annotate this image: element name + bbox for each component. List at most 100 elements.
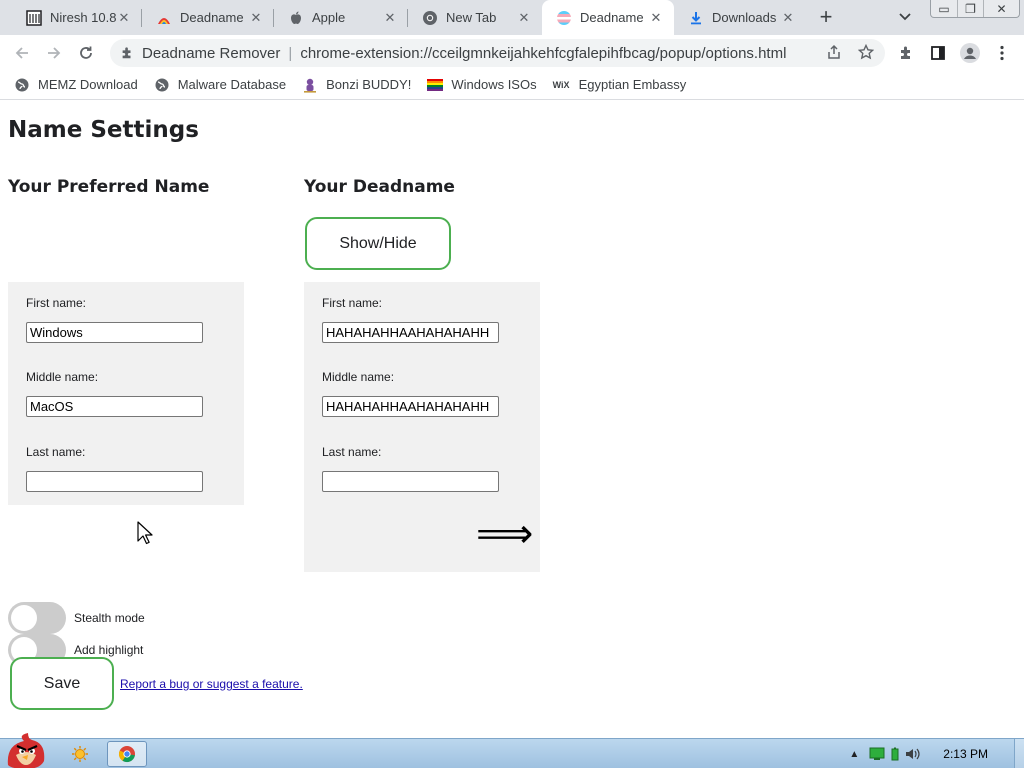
volume-icon[interactable] — [905, 747, 921, 761]
share-button[interactable] — [821, 39, 847, 65]
tab-title: Apple — [312, 10, 346, 25]
stealth-mode-toggle[interactable] — [8, 602, 66, 634]
close-icon[interactable]: ✕ — [648, 10, 664, 26]
avatar-icon — [960, 43, 980, 63]
chrome-icon — [423, 10, 437, 25]
bookmark-label: Malware Database — [177, 77, 287, 92]
stealth-mode-label: Stealth mode — [74, 611, 145, 625]
middle-name-label: Middle name: — [322, 370, 395, 384]
tab-title: New Tab — [446, 10, 497, 25]
arrow-right-icon[interactable]: ⟹ — [476, 514, 533, 554]
toggle-knob — [11, 605, 37, 631]
taskbar-clock[interactable]: 2:13 PM — [943, 747, 988, 761]
arrow-left-icon — [15, 47, 28, 59]
preferred-last-name-input[interactable] — [26, 471, 203, 492]
trans-flag-icon — [557, 10, 571, 25]
preferred-name-panel: First name: Windows Middle name: MacOS L… — [8, 282, 244, 505]
bookmark-windows-isos[interactable]: Windows ISOs — [427, 77, 537, 93]
last-name-label: Last name: — [322, 445, 382, 459]
download-icon — [691, 11, 701, 24]
taskbar-app-sun[interactable] — [60, 741, 100, 767]
preferred-first-name-input[interactable]: Windows — [26, 322, 203, 343]
battery-icon[interactable] — [891, 747, 899, 761]
close-window-button[interactable]: ✕ — [983, 0, 1019, 17]
bookmark-malware-database[interactable]: Malware Database — [154, 77, 286, 93]
wix-icon: WiX — [552, 79, 570, 90]
bookmark-star-button[interactable] — [853, 39, 879, 65]
arrow-right-icon — [48, 47, 61, 59]
tab-deadname-active[interactable]: Deadname ✕ — [542, 0, 674, 35]
pride-flag-icon — [427, 78, 444, 91]
deadname-last-name-input[interactable] — [322, 471, 499, 492]
bookmark-label: Bonzi BUDDY! — [326, 77, 412, 92]
profile-button[interactable] — [956, 39, 984, 67]
show-desktop-button[interactable] — [1014, 739, 1024, 768]
browser-toolbar: Deadname Remover | chrome-extension://cc… — [0, 35, 1024, 70]
url-text: chrome-extension://cceilgmnkeijahkehfcgf… — [300, 44, 787, 62]
reload-button[interactable] — [72, 39, 100, 67]
tab-new-tab[interactable]: New Tab ✕ — [408, 0, 542, 35]
tab-title: Deadname — [180, 10, 244, 25]
back-button[interactable] — [8, 39, 36, 67]
stealth-mode-row: Stealth mode — [8, 602, 145, 634]
bookmark-memz[interactable]: MEMZ Download — [14, 77, 138, 93]
bookmark-bonzi-buddy[interactable]: Bonzi BUDDY! — [302, 77, 411, 93]
menu-button[interactable] — [988, 39, 1016, 67]
tab-search-button[interactable] — [894, 6, 916, 28]
deadname-panel: First name: HAHAHAHHAAHAHAHAHH Middle na… — [304, 282, 540, 572]
add-highlight-label: Add highlight — [74, 643, 144, 657]
sun-icon — [72, 746, 88, 762]
system-tray: ▲ 2:13 PM — [849, 739, 1024, 768]
window-controls: ▭ ❐ ✕ — [930, 0, 1020, 18]
forward-button[interactable] — [40, 39, 68, 67]
deadname-middle-name-input[interactable]: HAHAHAHHAAHAHAHAHH — [322, 396, 499, 417]
first-name-label: First name: — [322, 296, 383, 310]
taskbar: ▲ 2:13 PM — [0, 733, 1024, 768]
report-bug-link[interactable]: Report a bug or suggest a feature. — [120, 677, 303, 691]
save-button[interactable]: Save — [10, 657, 114, 710]
extensions-button[interactable] — [892, 39, 920, 67]
preferred-name-heading: Your Preferred Name — [8, 177, 210, 197]
globe-icon — [155, 78, 169, 91]
chrome-icon — [118, 746, 135, 763]
deadname-heading: Your Deadname — [304, 177, 455, 197]
globe-icon — [15, 78, 29, 91]
deadname-first-name-input[interactable]: HAHAHAHHAAHAHAHAHH — [322, 322, 499, 343]
preferred-middle-name-input[interactable]: MacOS — [26, 396, 203, 417]
show-hide-button[interactable]: Show/Hide — [305, 217, 451, 270]
bonzi-icon — [304, 78, 317, 93]
tray-expand-icon[interactable]: ▲ — [849, 749, 859, 760]
close-icon[interactable]: ✕ — [516, 10, 532, 26]
close-icon[interactable]: ✕ — [116, 10, 132, 26]
restore-button[interactable]: ❐ — [957, 0, 983, 17]
site-name: Deadname Remover — [142, 44, 281, 62]
more-vert-icon — [1000, 45, 1004, 61]
network-icon[interactable] — [869, 747, 885, 761]
tab-title: Deadname — [580, 10, 644, 25]
tab-title: Niresh 10.8. — [50, 10, 116, 25]
angry-bird-start-icon[interactable] — [2, 731, 50, 768]
star-icon — [858, 44, 874, 60]
mouse-cursor-icon — [137, 521, 153, 545]
tab-deadname-1[interactable]: Deadname ✕ — [142, 0, 274, 35]
bookmarks-bar: MEMZ Download Malware Database Bonzi BUD… — [0, 70, 1024, 100]
reload-icon — [80, 46, 92, 59]
address-bar[interactable]: Deadname Remover | chrome-extension://cc… — [110, 39, 885, 67]
new-tab-button[interactable]: + — [812, 4, 840, 32]
taskbar-app-chrome[interactable] — [107, 741, 147, 767]
close-icon[interactable]: ✕ — [248, 10, 264, 26]
tab-title: Downloads — [712, 10, 777, 25]
tab-apple[interactable]: Apple ✕ — [274, 0, 408, 35]
close-icon[interactable]: ✕ — [780, 10, 796, 26]
tab-niresh[interactable]: Niresh 10.8. ✕ — [12, 0, 142, 35]
minimize-button[interactable]: ▭ — [931, 0, 957, 17]
tab-strip: Niresh 10.8. ✕ Deadname ✕ Apple ✕ New Ta… — [0, 0, 1024, 35]
close-icon[interactable]: ✕ — [382, 10, 398, 26]
page-title: Name Settings — [8, 117, 199, 143]
tab-downloads[interactable]: Downloads ✕ — [674, 0, 806, 35]
middle-name-label: Middle name: — [26, 370, 99, 384]
first-name-label: First name: — [26, 296, 87, 310]
side-panel-button[interactable] — [924, 39, 952, 67]
bookmark-egyptian-embassy[interactable]: WiX Egyptian Embassy — [553, 77, 687, 93]
bookmark-label: MEMZ Download — [38, 77, 138, 92]
